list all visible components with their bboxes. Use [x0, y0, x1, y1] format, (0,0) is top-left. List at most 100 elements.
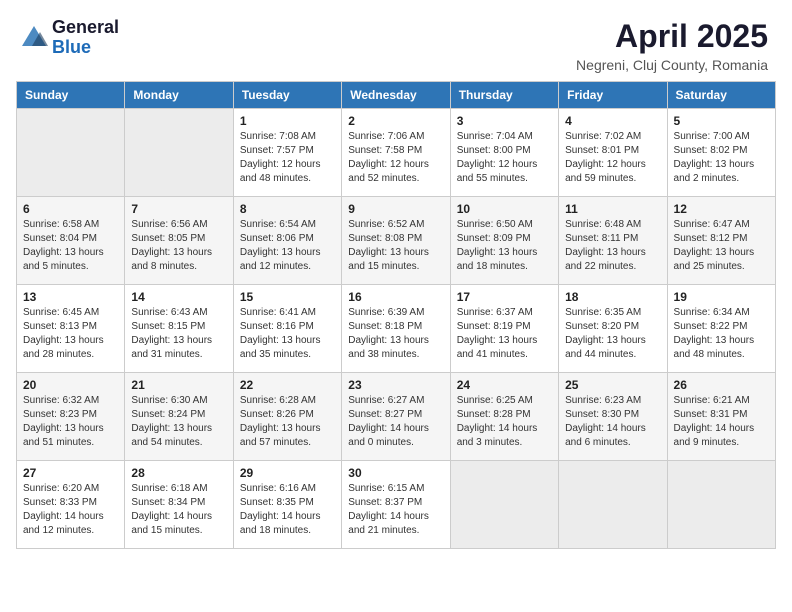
- table-row: 4 Sunrise: 7:02 AM Sunset: 8:01 PM Daylig…: [559, 109, 667, 197]
- calendar: Sunday Monday Tuesday Wednesday Thursday…: [0, 81, 792, 612]
- table-row: 5 Sunrise: 7:00 AM Sunset: 8:02 PM Daylig…: [667, 109, 775, 197]
- day-info: Sunrise: 6:16 AM Sunset: 8:35 PM Dayligh…: [240, 482, 335, 538]
- day-info: Sunrise: 7:04 AM Sunset: 8:00 PM Dayligh…: [457, 130, 552, 186]
- weekday-wednesday: Wednesday: [342, 82, 450, 109]
- table-row: 23Sunrise: 6:27 AM Sunset: 8:27 PM Dayli…: [342, 373, 450, 461]
- day-number: 6: [23, 202, 118, 216]
- day-number: 12: [674, 202, 769, 216]
- calendar-table: Sunday Monday Tuesday Wednesday Thursday…: [16, 81, 776, 549]
- table-row: [125, 109, 233, 197]
- table-row: 12 Sunrise: 6:47 AM Sunset: 8:12 PM Dayli…: [667, 197, 775, 285]
- header: General Blue April 2025 Negreni, Cluj Co…: [0, 0, 792, 81]
- table-row: 19 Sunrise: 6:34 AM Sunset: 8:22 PM Dayli…: [667, 285, 775, 373]
- day-info: Sunrise: 6:56 AM Sunset: 8:05 PM Dayligh…: [131, 218, 226, 274]
- title-location: Negreni, Cluj County, Romania: [576, 57, 768, 73]
- table-row: [667, 461, 775, 549]
- day-info: Sunrise: 6:23 AM Sunset: 8:30 PM Dayligh…: [565, 394, 660, 450]
- table-row: 2 Sunrise: 7:06 AM Sunset: 7:58 PM Daylig…: [342, 109, 450, 197]
- day-number: 27: [23, 466, 118, 480]
- table-row: 26 Sunrise: 6:21 AM Sunset: 8:31 PM Dayli…: [667, 373, 775, 461]
- day-number: 21: [131, 378, 226, 392]
- table-row: [559, 461, 667, 549]
- day-info: Sunrise: 7:06 AM Sunset: 7:58 PM Dayligh…: [348, 130, 443, 186]
- day-info: Sunrise: 6:37 AM Sunset: 8:19 PM Dayligh…: [457, 306, 552, 362]
- day-info: Sunrise: 6:52 AM Sunset: 8:08 PM Dayligh…: [348, 218, 443, 274]
- logo-icon: [20, 24, 48, 52]
- page: General Blue April 2025 Negreni, Cluj Co…: [0, 0, 792, 612]
- table-row: 7 Sunrise: 6:56 AM Sunset: 8:05 PM Daylig…: [125, 197, 233, 285]
- table-row: 21 Sunrise: 6:30 AM Sunset: 8:24 PM Dayli…: [125, 373, 233, 461]
- table-row: 1 Sunrise: 7:08 AM Sunset: 7:57 PM Daylig…: [233, 109, 341, 197]
- table-row: 6 Sunrise: 6:58 AM Sunset: 8:04 PM Daylig…: [17, 197, 125, 285]
- day-number: 3: [457, 114, 552, 128]
- day-number: 22: [240, 378, 335, 392]
- day-info: Sunrise: 6:28 AM Sunset: 8:26 PM Dayligh…: [240, 394, 335, 450]
- day-info: Sunrise: 6:32 AM Sunset: 8:23 PM Dayligh…: [23, 394, 118, 450]
- day-info: Sunrise: 6:41 AM Sunset: 8:16 PM Dayligh…: [240, 306, 335, 362]
- day-number: 8: [240, 202, 335, 216]
- day-info: Sunrise: 6:34 AM Sunset: 8:22 PM Dayligh…: [674, 306, 769, 362]
- logo-general: General: [52, 18, 119, 38]
- day-number: 19: [674, 290, 769, 304]
- day-info: Sunrise: 6:35 AM Sunset: 8:20 PM Dayligh…: [565, 306, 660, 362]
- table-row: [450, 461, 558, 549]
- day-number: 17: [457, 290, 552, 304]
- day-info: Sunrise: 6:48 AM Sunset: 8:11 PM Dayligh…: [565, 218, 660, 274]
- day-number: 2: [348, 114, 443, 128]
- day-number: 18: [565, 290, 660, 304]
- day-number: 20: [23, 378, 118, 392]
- day-number: 25: [565, 378, 660, 392]
- day-number: 9: [348, 202, 443, 216]
- day-number: 7: [131, 202, 226, 216]
- calendar-body: 1 Sunrise: 7:08 AM Sunset: 7:57 PM Daylig…: [17, 109, 776, 549]
- table-row: 11 Sunrise: 6:48 AM Sunset: 8:11 PM Dayli…: [559, 197, 667, 285]
- title-block: April 2025 Negreni, Cluj County, Romania: [576, 18, 768, 73]
- day-number: 23: [348, 378, 443, 392]
- day-info: Sunrise: 7:08 AM Sunset: 7:57 PM Dayligh…: [240, 130, 335, 186]
- weekday-friday: Friday: [559, 82, 667, 109]
- day-number: 1: [240, 114, 335, 128]
- day-number: 26: [674, 378, 769, 392]
- table-row: 29 Sunrise: 6:16 AM Sunset: 8:35 PM Dayli…: [233, 461, 341, 549]
- day-number: 4: [565, 114, 660, 128]
- weekday-tuesday: Tuesday: [233, 82, 341, 109]
- day-number: 30: [348, 466, 443, 480]
- table-row: 20 Sunrise: 6:32 AM Sunset: 8:23 PM Dayli…: [17, 373, 125, 461]
- table-row: 22 Sunrise: 6:28 AM Sunset: 8:26 PM Dayli…: [233, 373, 341, 461]
- logo-text: General Blue: [52, 18, 119, 58]
- table-row: 8Sunrise: 6:54 AM Sunset: 8:06 PM Daylig…: [233, 197, 341, 285]
- table-row: 14 Sunrise: 6:43 AM Sunset: 8:15 PM Dayli…: [125, 285, 233, 373]
- table-row: 13Sunrise: 6:45 AM Sunset: 8:13 PM Dayli…: [17, 285, 125, 373]
- day-info: Sunrise: 6:21 AM Sunset: 8:31 PM Dayligh…: [674, 394, 769, 450]
- day-number: 14: [131, 290, 226, 304]
- table-row: 9 Sunrise: 6:52 AM Sunset: 8:08 PM Daylig…: [342, 197, 450, 285]
- weekday-saturday: Saturday: [667, 82, 775, 109]
- table-row: 17 Sunrise: 6:37 AM Sunset: 8:19 PM Dayli…: [450, 285, 558, 373]
- weekday-monday: Monday: [125, 82, 233, 109]
- day-number: 28: [131, 466, 226, 480]
- day-info: Sunrise: 6:30 AM Sunset: 8:24 PM Dayligh…: [131, 394, 226, 450]
- day-info: Sunrise: 6:47 AM Sunset: 8:12 PM Dayligh…: [674, 218, 769, 274]
- day-info: Sunrise: 7:02 AM Sunset: 8:01 PM Dayligh…: [565, 130, 660, 186]
- day-info: Sunrise: 6:58 AM Sunset: 8:04 PM Dayligh…: [23, 218, 118, 274]
- day-info: Sunrise: 6:50 AM Sunset: 8:09 PM Dayligh…: [457, 218, 552, 274]
- day-info: Sunrise: 6:39 AM Sunset: 8:18 PM Dayligh…: [348, 306, 443, 362]
- table-row: 10Sunrise: 6:50 AM Sunset: 8:09 PM Dayli…: [450, 197, 558, 285]
- table-row: 25 Sunrise: 6:23 AM Sunset: 8:30 PM Dayli…: [559, 373, 667, 461]
- calendar-header: Sunday Monday Tuesday Wednesday Thursday…: [17, 82, 776, 109]
- table-row: 30 Sunrise: 6:15 AM Sunset: 8:37 PM Dayli…: [342, 461, 450, 549]
- day-number: 24: [457, 378, 552, 392]
- day-info: Sunrise: 6:43 AM Sunset: 8:15 PM Dayligh…: [131, 306, 226, 362]
- day-number: 11: [565, 202, 660, 216]
- table-row: 18 Sunrise: 6:35 AM Sunset: 8:20 PM Dayli…: [559, 285, 667, 373]
- day-number: 29: [240, 466, 335, 480]
- table-row: 16Sunrise: 6:39 AM Sunset: 8:18 PM Dayli…: [342, 285, 450, 373]
- day-info: Sunrise: 6:25 AM Sunset: 8:28 PM Dayligh…: [457, 394, 552, 450]
- table-row: 27 Sunrise: 6:20 AM Sunset: 8:33 PM Dayli…: [17, 461, 125, 549]
- day-number: 5: [674, 114, 769, 128]
- table-row: [17, 109, 125, 197]
- day-info: Sunrise: 6:20 AM Sunset: 8:33 PM Dayligh…: [23, 482, 118, 538]
- day-info: Sunrise: 7:00 AM Sunset: 8:02 PM Dayligh…: [674, 130, 769, 186]
- day-info: Sunrise: 6:45 AM Sunset: 8:13 PM Dayligh…: [23, 306, 118, 362]
- day-info: Sunrise: 6:15 AM Sunset: 8:37 PM Dayligh…: [348, 482, 443, 538]
